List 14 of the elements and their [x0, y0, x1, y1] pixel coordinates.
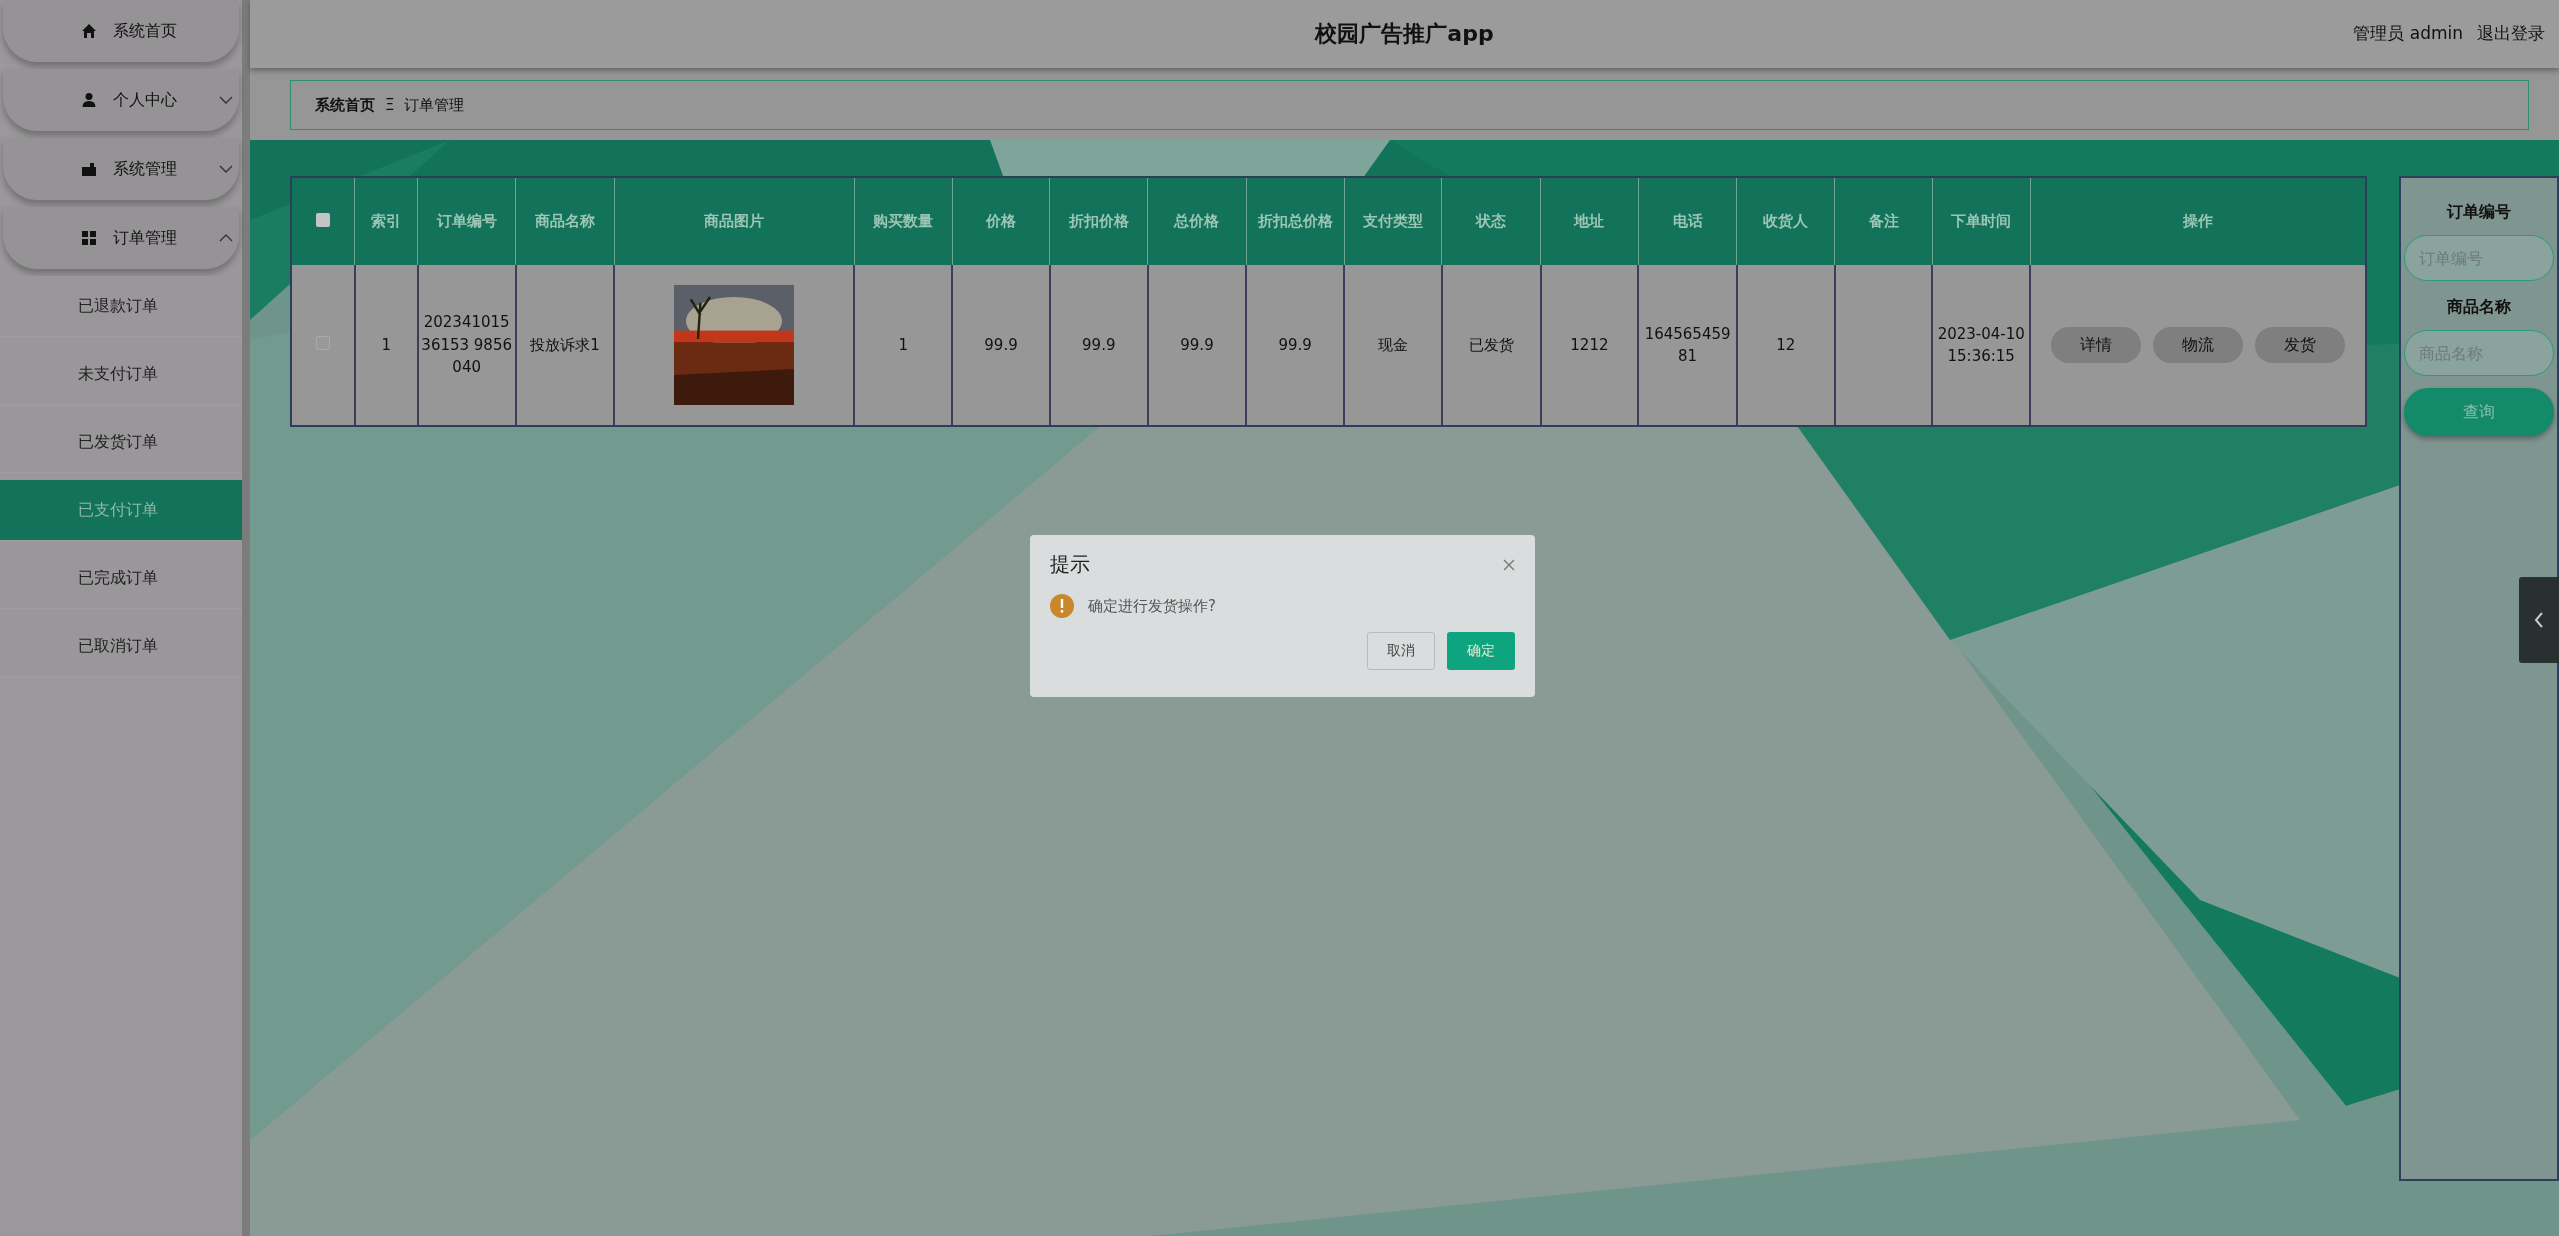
grid-icon: [81, 230, 97, 246]
breadcrumb-link[interactable]: 系统首页: [315, 95, 375, 115]
user-icon: [81, 92, 97, 108]
breadcrumb-link[interactable]: 订单管理: [404, 95, 465, 115]
app-title: 校园广告推广app: [1315, 20, 1494, 48]
menu-item[interactable]: 个人中心: [3, 69, 239, 131]
logout-link[interactable]: 退出登录: [2477, 22, 2545, 45]
home-icon: [81, 23, 97, 39]
menu-item[interactable]: 系统管理: [3, 138, 239, 200]
user-label: 管理员 admin: [2353, 22, 2463, 45]
menu-item[interactable]: 订单管理: [3, 207, 239, 269]
menu-item[interactable]: 系统首页: [3, 0, 239, 62]
breadcrumb-separator: Ξ: [385, 96, 395, 114]
briefcase-icon: [81, 161, 97, 177]
